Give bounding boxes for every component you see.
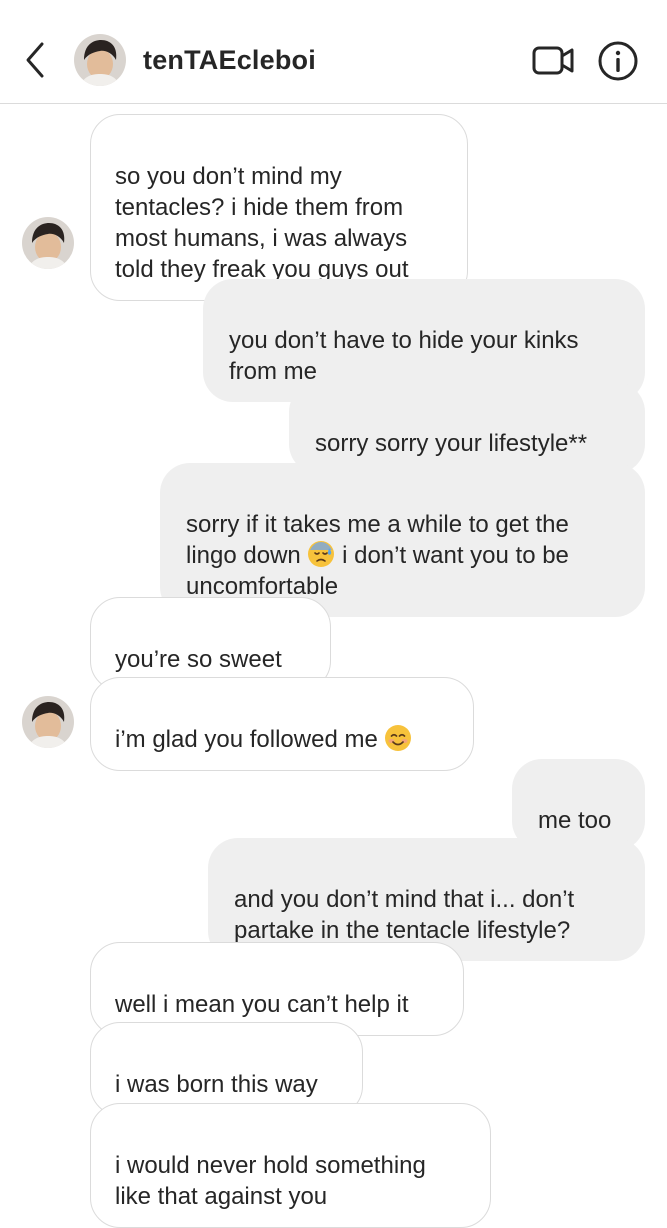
received-message[interactable]: i would never hold something like that a… xyxy=(90,1103,491,1228)
message-text: you’re so sweet xyxy=(115,646,282,673)
message-text: i’m glad you followed me xyxy=(115,726,385,753)
message-text: and you don’t mind that i... don’t parta… xyxy=(234,886,575,944)
sent-message[interactable]: sorry sorry your lifestyle** xyxy=(289,382,645,474)
info-button[interactable] xyxy=(597,40,639,82)
chevron-left-icon xyxy=(26,42,44,78)
chat-header: tenTAEcleboi xyxy=(0,0,667,104)
chat-username[interactable]: tenTAEcleboi xyxy=(143,44,316,76)
sender-avatar[interactable] xyxy=(22,217,74,269)
message-text: well i mean you can’t help it xyxy=(115,991,409,1018)
video-camera-icon xyxy=(532,46,574,75)
sender-avatar[interactable] xyxy=(22,696,74,748)
video-call-button[interactable] xyxy=(530,40,576,80)
message-text: i was born this way xyxy=(115,1071,318,1098)
profile-avatar[interactable] xyxy=(74,34,126,86)
sent-message[interactable]: sorry if it takes me a while to get the … xyxy=(160,463,645,617)
smiling-face-emoji-icon xyxy=(385,725,412,751)
received-message[interactable]: so you don’t mind my tentacles? i hide t… xyxy=(90,114,468,301)
received-message[interactable]: i’m glad you followed me xyxy=(90,677,474,771)
info-icon xyxy=(598,41,638,81)
sweat-emoji-icon xyxy=(308,541,335,567)
message-text: me too xyxy=(538,807,612,834)
message-text: you don’t have to hide your kinks from m… xyxy=(229,327,579,385)
received-message[interactable]: i was born this way xyxy=(90,1022,363,1116)
back-button[interactable] xyxy=(18,38,52,82)
message-text: so you don’t mind my tentacles? i hide t… xyxy=(115,163,409,283)
message-text: i would never hold something like that a… xyxy=(115,1152,426,1210)
message-text: sorry sorry your lifestyle** xyxy=(315,430,588,457)
